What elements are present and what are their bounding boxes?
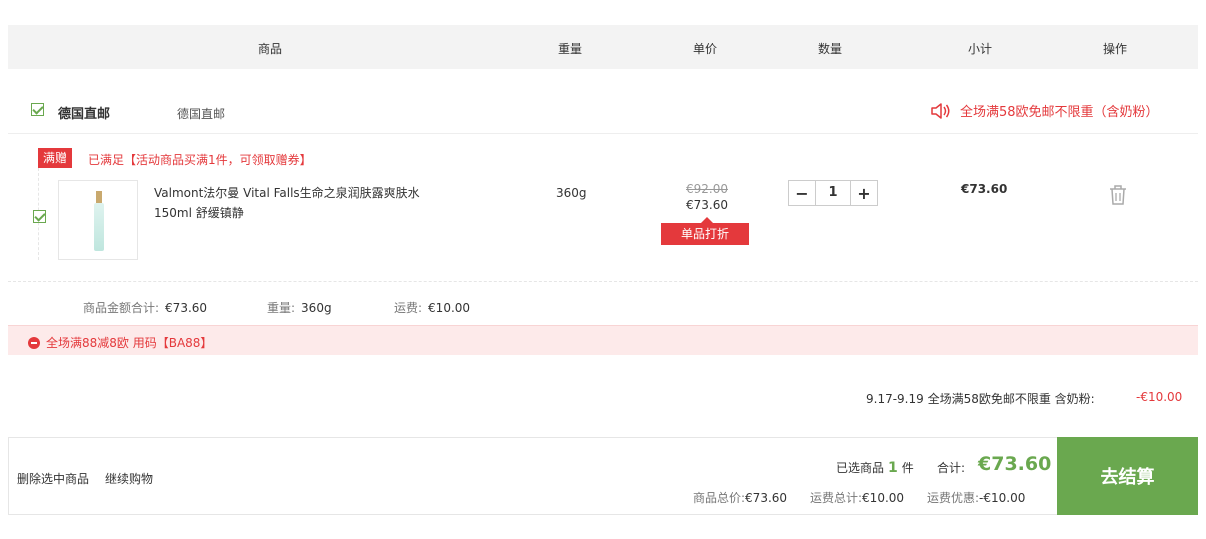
store-checkbox[interactable] (31, 103, 44, 116)
coupon-info[interactable]: 全场满88减8欧 用码【BA88】 (28, 334, 212, 351)
item-checkbox[interactable] (33, 210, 46, 223)
speaker-icon (931, 102, 950, 119)
summary-weight: 360g (301, 301, 332, 315)
item-subtotal: €73.60 (961, 182, 1008, 196)
summary-amount-label: 商品金额合计: (83, 301, 160, 315)
selected-count: 已选商品 1 件 (836, 459, 914, 476)
checkout-button[interactable]: 去结算 (1057, 437, 1198, 515)
header-subtotal: 小计 (967, 42, 993, 56)
store-shipping-summary: 运费: €10.00 (394, 299, 470, 316)
coupon-bar: 全场满88减8欧 用码【BA88】 (8, 325, 1198, 355)
bottle-image (94, 191, 104, 251)
quantity-stepper: − 1 + (788, 180, 878, 206)
store-amount-summary: 商品金额合计: €73.60 (83, 299, 207, 316)
discount-tag: 单品打折 (661, 217, 749, 245)
shipping-discount-value: -€10.00 (979, 491, 1026, 505)
shipping-discount: 运费优惠:-€10.00 (927, 489, 1025, 506)
gift-text: 已满足【活动商品买满1件，可领取赠券】 (88, 153, 312, 167)
shipping-total: 运费总计:€10.00 (810, 489, 904, 506)
increase-button[interactable]: + (851, 181, 877, 205)
shipping-promo: 全场满58欧免邮不限重（含奶粉） (930, 101, 1159, 120)
summary-shipping: €10.00 (428, 301, 471, 315)
total-amount: €73.60 (978, 453, 1052, 475)
summary-amount: €73.60 (165, 301, 208, 315)
item-original-price: €92.00 (686, 182, 728, 196)
trash-icon (1110, 185, 1126, 205)
coupon-text: 全场满88减8欧 用码【BA88】 (46, 336, 213, 350)
header-product: 商品 (257, 42, 283, 56)
selected-count-number: 1 (888, 460, 898, 476)
cart-footer: 删除选中商品 继续购物 已选商品 1 件 合计: €73.60 商品总价:€73.6… (8, 437, 1198, 515)
continue-shopping-link[interactable]: 继续购物 (105, 470, 153, 487)
total-label: 合计: (937, 461, 966, 475)
shipping-discount-label: 运费优惠: (927, 491, 980, 505)
goods-total-label: 商品总价: (693, 491, 746, 505)
shipping-promo-text: 全场满58欧免邮不限重（含奶粉） (960, 105, 1159, 120)
header-unit-price: 单价 (692, 42, 718, 56)
store-weight-summary: 重量: 360g (267, 299, 332, 316)
header-weight: 重量 (557, 42, 583, 56)
store-name: 德国直邮 (58, 107, 111, 122)
shipping-total-label: 运费总计: (810, 491, 863, 505)
gift-tag: 满赠 (38, 148, 73, 168)
promotion-text: 9.17-9.19 全场满58欧免邮不限重 含奶粉: (866, 392, 1095, 406)
delete-item-button[interactable] (1108, 184, 1128, 209)
goods-total: 商品总价:€73.60 (693, 489, 787, 506)
shipping-total-value: €10.00 (862, 491, 905, 505)
quantity-input[interactable]: 1 (815, 181, 851, 205)
item-weight: 360g (556, 186, 587, 200)
divider (8, 133, 1198, 134)
header-action: 操作 (1102, 42, 1128, 56)
minus-circle-icon (28, 336, 40, 349)
store-subtitle: 德国直邮 (177, 107, 226, 121)
summary-shipping-label: 运费: (394, 301, 423, 315)
cart-table-header: 商品 重量 单价 数量 小计 操作 (8, 25, 1198, 69)
decrease-button[interactable]: − (789, 181, 815, 205)
product-name-link[interactable]: Valmont法尔曼 Vital Falls生命之泉润肤露爽肤水150ml 舒缓… (154, 183, 429, 223)
divider (8, 281, 1198, 282)
selected-prefix: 已选商品 (836, 461, 885, 475)
product-image[interactable] (58, 180, 138, 260)
promotion-amount: -€10.00 (1136, 390, 1183, 404)
header-quantity: 数量 (817, 42, 843, 56)
delete-selected-link[interactable]: 删除选中商品 (17, 470, 89, 487)
selected-suffix: 件 (901, 461, 914, 475)
item-unit-price: €73.60 (686, 198, 728, 212)
summary-weight-label: 重量: (267, 301, 296, 315)
goods-total-value: €73.60 (745, 491, 788, 505)
